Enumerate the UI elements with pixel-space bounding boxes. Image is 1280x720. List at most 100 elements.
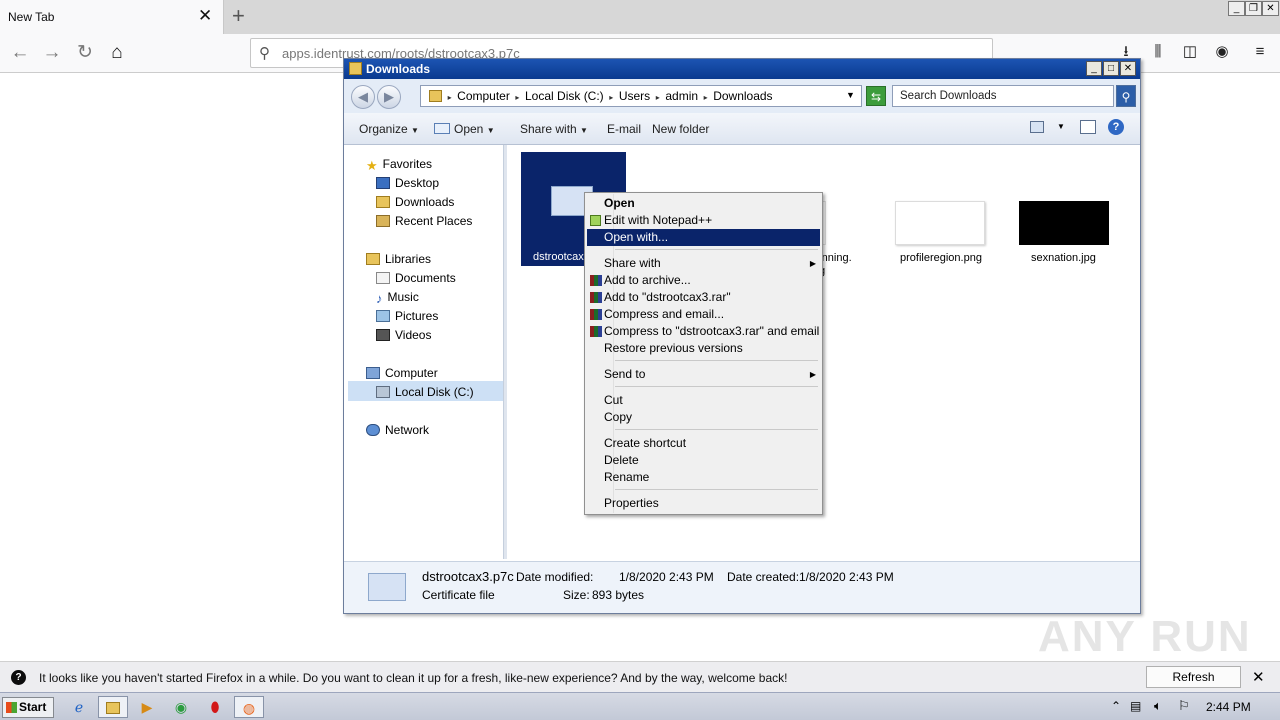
new-folder-button[interactable]: New folder bbox=[652, 122, 709, 136]
menu-delete[interactable]: Delete bbox=[587, 452, 820, 469]
preview-pane-icon[interactable] bbox=[1080, 120, 1096, 134]
details-pane: dstrootcax3.p7c Certificate file Date mo… bbox=[344, 561, 1140, 613]
account-icon[interactable]: ◉ bbox=[1210, 40, 1234, 64]
file-name[interactable]: sexnation.jpg bbox=[1031, 252, 1096, 264]
explorer-forward-icon[interactable]: ▶ bbox=[377, 85, 401, 109]
certificate-icon bbox=[368, 573, 406, 601]
refresh-firefox-button[interactable]: Refresh Firefox… bbox=[1146, 666, 1241, 704]
tab-new-tab[interactable]: New Tab ✕ bbox=[0, 0, 224, 34]
explorer-minimize-icon[interactable]: _ bbox=[1086, 61, 1102, 76]
menu-cut[interactable]: Cut bbox=[587, 392, 820, 409]
breadcrumb-computer[interactable]: Computer bbox=[457, 89, 510, 103]
email-button[interactable]: E-mail bbox=[607, 122, 641, 136]
file-name: dstrootcax bbox=[533, 251, 584, 263]
minimize-icon[interactable]: _ bbox=[1228, 1, 1245, 16]
menu-compress-email[interactable]: Compress and email... bbox=[587, 306, 820, 323]
search-icon: ⚲ bbox=[259, 45, 270, 62]
volume-icon[interactable]: 🔈︎ bbox=[1154, 698, 1162, 714]
nav-network[interactable]: Network bbox=[366, 423, 429, 437]
menu-copy[interactable]: Copy bbox=[587, 409, 820, 426]
menu-add-to-archive[interactable]: Add to archive... bbox=[587, 272, 820, 289]
organize-button[interactable]: Organize ▼ bbox=[359, 122, 419, 136]
address-bar[interactable]: ▸ Computer ▸ Local Disk (C:) ▸ Users ▸ a… bbox=[420, 85, 862, 107]
menu-rename[interactable]: Rename bbox=[587, 469, 820, 486]
nav-videos[interactable]: Videos bbox=[376, 328, 431, 342]
network-icon bbox=[366, 424, 380, 436]
reload-icon[interactable]: ↻ bbox=[71, 39, 99, 67]
library-icon[interactable]: ⫼ bbox=[1146, 40, 1170, 64]
detail-created-label: Date created: bbox=[727, 570, 800, 584]
view-dropdown-icon[interactable]: ▼ bbox=[1057, 122, 1065, 131]
opera-icon[interactable]: ⬮ bbox=[200, 696, 230, 718]
file-thumbnail-sexnation[interactable] bbox=[1019, 201, 1109, 245]
menu-separator bbox=[615, 429, 818, 430]
nav-documents[interactable]: Documents bbox=[376, 271, 456, 285]
computer-icon bbox=[366, 367, 380, 379]
address-dropdown-icon[interactable]: ▼ bbox=[846, 90, 855, 100]
refresh-icon[interactable]: ⇆ bbox=[866, 86, 886, 106]
windows-logo-icon bbox=[6, 702, 17, 713]
close-window-icon[interactable]: ✕ bbox=[1262, 1, 1279, 16]
nav-desktop[interactable]: Desktop bbox=[376, 176, 439, 190]
search-input[interactable]: Search Downloads bbox=[892, 85, 1114, 107]
search-button-icon[interactable]: ⚲ bbox=[1116, 85, 1136, 107]
view-icon[interactable] bbox=[1030, 121, 1044, 133]
menu-open-with[interactable]: Open with... bbox=[587, 229, 820, 246]
file-name[interactable]: profileregion.png bbox=[900, 252, 982, 264]
nav-recent-places[interactable]: Recent Places bbox=[376, 214, 472, 228]
breadcrumb-downloads[interactable]: Downloads bbox=[713, 89, 772, 103]
back-icon[interactable]: ← bbox=[6, 39, 34, 67]
menu-share-with[interactable]: Share with ▶ bbox=[587, 255, 820, 272]
network-tray-icon[interactable]: ▤ bbox=[1130, 699, 1141, 713]
detail-file-name: dstrootcax3.p7c bbox=[422, 569, 514, 584]
explorer-title-bar[interactable]: Downloads _ □ ✕ bbox=[344, 59, 1140, 79]
breadcrumb-users[interactable]: Users bbox=[619, 89, 650, 103]
videos-icon bbox=[376, 329, 390, 341]
restore-icon[interactable]: ❐ bbox=[1245, 1, 1262, 16]
sidebar-icon[interactable]: ◫ bbox=[1178, 40, 1202, 64]
menu-add-to-rar[interactable]: Add to "dstrootcax3.rar" bbox=[587, 289, 820, 306]
nav-local-disk[interactable]: Local Disk (C:) bbox=[376, 385, 474, 399]
explorer-back-icon[interactable]: ◀ bbox=[351, 85, 375, 109]
close-notification-icon[interactable]: ✕ bbox=[1252, 668, 1265, 686]
folder-icon bbox=[349, 62, 362, 75]
menu-open[interactable]: Open bbox=[587, 195, 820, 212]
folder-icon bbox=[429, 90, 442, 102]
breadcrumb-local-disk[interactable]: Local Disk (C:) bbox=[525, 89, 604, 103]
action-center-flag-icon[interactable]: ⚐ bbox=[1178, 698, 1190, 714]
start-button[interactable]: Start bbox=[2, 697, 54, 718]
ie-icon[interactable]: ℯ bbox=[64, 696, 94, 718]
menu-edit-notepad[interactable]: Edit with Notepad++ bbox=[587, 212, 820, 229]
menu-icon[interactable]: ≡ bbox=[1248, 40, 1272, 64]
explorer-taskbar-icon[interactable] bbox=[98, 696, 128, 718]
nav-music[interactable]: ♪ Music bbox=[376, 290, 419, 306]
help-icon[interactable]: ? bbox=[1108, 119, 1124, 135]
forward-icon[interactable]: → bbox=[38, 39, 66, 67]
chrome-icon[interactable]: ◉ bbox=[166, 696, 196, 718]
menu-compress-rar-email[interactable]: Compress to "dstrootcax3.rar" and email bbox=[587, 323, 820, 340]
menu-separator bbox=[615, 249, 818, 250]
tray-expand-icon[interactable]: ⌃ bbox=[1111, 699, 1121, 713]
file-thumbnail-profileregion[interactable] bbox=[895, 201, 985, 245]
home-icon[interactable]: ⌂ bbox=[103, 39, 131, 67]
nav-pictures[interactable]: Pictures bbox=[376, 309, 438, 323]
nav-libraries[interactable]: Libraries bbox=[366, 252, 431, 266]
menu-create-shortcut[interactable]: Create shortcut bbox=[587, 435, 820, 452]
close-tab-icon[interactable]: ✕ bbox=[198, 6, 212, 26]
nav-favorites[interactable]: ★ Favorites bbox=[366, 157, 432, 173]
nav-downloads[interactable]: Downloads bbox=[376, 195, 454, 209]
open-button[interactable]: Open ▼ bbox=[434, 122, 495, 136]
libraries-icon bbox=[366, 253, 380, 265]
new-tab-icon[interactable]: + bbox=[232, 3, 245, 29]
share-with-button[interactable]: Share with ▼ bbox=[520, 122, 588, 136]
media-player-icon[interactable]: ▶ bbox=[132, 696, 162, 718]
firefox-icon[interactable]: ◍ bbox=[234, 696, 264, 718]
menu-properties[interactable]: Properties bbox=[587, 495, 820, 512]
explorer-close-icon[interactable]: ✕ bbox=[1120, 61, 1136, 76]
menu-restore-versions[interactable]: Restore previous versions bbox=[587, 340, 820, 357]
taskbar: Start ℯ ▶ ◉ ⬮ ◍ ⌃ ▤ 🔈︎ ⚐ 2:44 PM bbox=[0, 692, 1280, 720]
menu-send-to[interactable]: Send to ▶ bbox=[587, 366, 820, 383]
nav-computer[interactable]: Computer bbox=[366, 366, 438, 380]
explorer-maximize-icon[interactable]: □ bbox=[1103, 61, 1119, 76]
breadcrumb-admin[interactable]: admin bbox=[665, 89, 698, 103]
